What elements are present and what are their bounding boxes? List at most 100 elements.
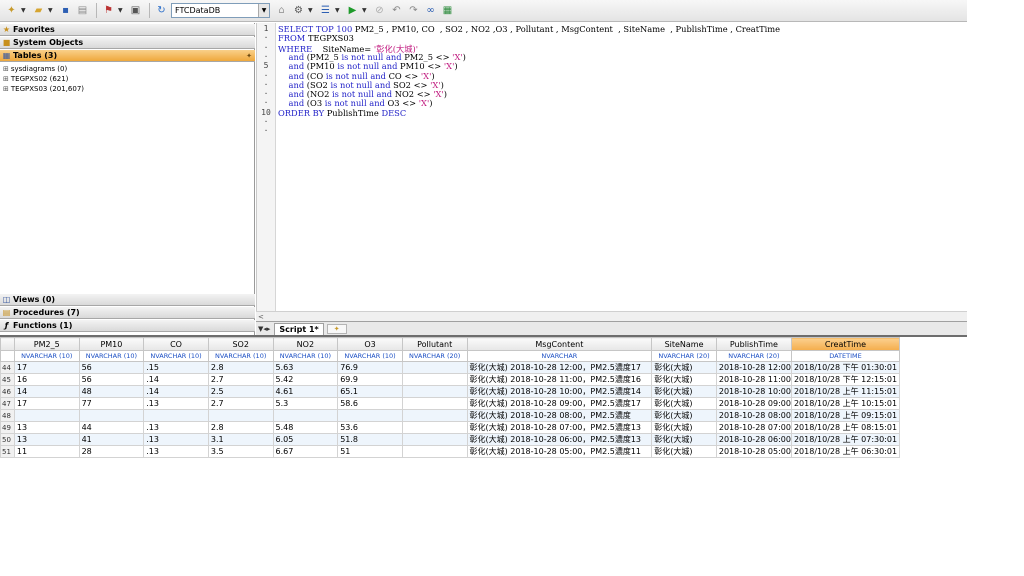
table-cell[interactable]: 5.63 bbox=[272, 361, 339, 374]
table-cell[interactable]: 3.5 bbox=[207, 445, 274, 458]
favorites-header[interactable]: ★ Favorites bbox=[0, 24, 255, 36]
new-query-icon[interactable]: ✦ bbox=[4, 3, 19, 18]
row-number[interactable]: 51 bbox=[0, 445, 15, 458]
table-cell[interactable]: 4.61 bbox=[272, 385, 339, 398]
column-header-pm10[interactable]: PM10 bbox=[78, 337, 145, 351]
table-cell[interactable]: .13 bbox=[143, 433, 209, 446]
table-cell[interactable]: 65.1 bbox=[337, 385, 403, 398]
table-cell[interactable]: 5.42 bbox=[272, 373, 339, 386]
table-cell[interactable]: 彰化(大城) 2018-10-28 05:00，PM2.5濃度11 bbox=[466, 445, 653, 458]
tab-nav-icon[interactable]: ▼◂▸ bbox=[258, 325, 270, 333]
list-dropdown[interactable]: ▼ bbox=[335, 7, 342, 14]
stop-icon[interactable]: ⊘ bbox=[372, 3, 387, 18]
expand-icon[interactable]: ⊞ bbox=[3, 85, 9, 93]
table-cell[interactable]: 2018/10/28 上午 10:15:01 bbox=[790, 397, 901, 410]
table-cell[interactable]: 13 bbox=[13, 421, 80, 434]
table-cell[interactable]: 69.9 bbox=[337, 373, 403, 386]
table-cell[interactable]: 11 bbox=[13, 445, 80, 458]
table-cell[interactable]: 2018-10-28 05:00 bbox=[715, 445, 792, 458]
undo-icon[interactable]: ↶ bbox=[389, 3, 404, 18]
table-cell[interactable]: 2018-10-28 12:00 bbox=[715, 361, 792, 374]
table-cell[interactable]: 5.3 bbox=[272, 397, 339, 410]
table-cell[interactable]: 76.9 bbox=[337, 361, 403, 374]
table-cell[interactable] bbox=[272, 409, 339, 422]
system-objects-header[interactable]: ■ System Objects bbox=[0, 37, 255, 49]
column-header-no2[interactable]: NO2 bbox=[272, 337, 339, 351]
table-row[interactable]: 46 14 48.14 2.5 4.61 65.1 彰化(大城) 2018-10-28 10… bbox=[0, 385, 901, 398]
table-cell[interactable]: 彰化(大城) 2018-10-28 06:00，PM2.5濃度13 bbox=[466, 433, 653, 446]
options-icon[interactable]: ⚙ bbox=[291, 3, 306, 18]
functions-header[interactable]: ƒ Functions (1) bbox=[0, 320, 255, 332]
table-cell[interactable]: 彰化(大城) bbox=[651, 445, 717, 458]
table-cell[interactable]: 2018/10/28 下午 12:15:01 bbox=[790, 373, 901, 386]
run-icon[interactable]: ▶ bbox=[345, 3, 360, 18]
save-icon[interactable]: ▪ bbox=[58, 3, 73, 18]
table-cell[interactable]: 17 bbox=[13, 361, 80, 374]
column-header-sitename[interactable]: SiteName bbox=[651, 337, 717, 351]
tree-item-tegpxs02[interactable]: ⊞ TEGPXS02 (621) bbox=[3, 74, 68, 84]
table-cell[interactable]: .13 bbox=[143, 397, 209, 410]
filter-dropdown[interactable]: ▼ bbox=[118, 7, 125, 14]
row-header-corner[interactable] bbox=[0, 337, 15, 351]
table-cell[interactable]: 2.7 bbox=[207, 397, 274, 410]
row-number[interactable]: 45 bbox=[0, 373, 15, 386]
table-cell[interactable]: 6.05 bbox=[272, 433, 339, 446]
table-cell[interactable] bbox=[401, 361, 468, 374]
table-cell[interactable]: 彰化(大城) bbox=[651, 433, 717, 446]
table-cell[interactable]: 2018/10/28 上午 06:30:01 bbox=[790, 445, 901, 458]
table-row[interactable]: 45 16 56.14 2.7 5.42 69.9 彰化(大城) 2018-10-28 11… bbox=[0, 373, 901, 386]
table-cell[interactable]: 56 bbox=[78, 361, 145, 374]
list-icon[interactable]: ☰ bbox=[318, 3, 333, 18]
table-cell[interactable]: 2018/10/28 下午 01:30:01 bbox=[790, 361, 901, 374]
expand-icon[interactable]: ⊞ bbox=[3, 65, 9, 73]
refresh-icon[interactable]: ↻ bbox=[154, 3, 169, 18]
row-number[interactable]: 49 bbox=[0, 421, 15, 434]
row-number[interactable]: 48 bbox=[0, 409, 15, 422]
table-cell[interactable]: 2018/10/28 上午 08:15:01 bbox=[790, 421, 901, 434]
table-cell[interactable]: .15 bbox=[143, 361, 209, 374]
table-cell[interactable]: 2018-10-28 07:00 bbox=[715, 421, 792, 434]
table-cell[interactable] bbox=[401, 445, 468, 458]
sql-editor[interactable]: 1 · · · 5 · · · · 10 · · SELECT TOP 100 PM2_5 , PM1… bbox=[256, 23, 967, 311]
new-query-dropdown[interactable]: ▼ bbox=[21, 7, 28, 14]
table-cell[interactable]: 13 bbox=[13, 433, 80, 446]
table-row[interactable]: 50 13 41.13 3.1 6.05 51.8 彰化(大城) 2018-10-28 06… bbox=[0, 433, 901, 446]
table-cell[interactable] bbox=[401, 373, 468, 386]
redo-icon[interactable]: ↷ bbox=[406, 3, 421, 18]
table-cell[interactable]: 14 bbox=[13, 385, 80, 398]
table-row[interactable]: 51 11 28.13 3.5 6.67 51 彰化(大城) 2018-10-28 05:0… bbox=[0, 445, 901, 458]
options-dropdown[interactable]: ▼ bbox=[308, 7, 315, 14]
tree-item-tegpxs03[interactable]: ⊞ TEGPXS03 (201,607) bbox=[3, 84, 84, 94]
table-cell[interactable]: 44 bbox=[78, 421, 145, 434]
grid-icon[interactable]: ▦ bbox=[440, 3, 455, 18]
table-cell[interactable]: 2018-10-28 06:00 bbox=[715, 433, 792, 446]
column-header-creattime[interactable]: CreatTime bbox=[790, 337, 901, 351]
column-header-pollutant[interactable]: Pollutant bbox=[401, 337, 468, 351]
row-number[interactable]: 46 bbox=[0, 385, 15, 398]
table-cell[interactable] bbox=[401, 385, 468, 398]
table-cell[interactable] bbox=[78, 409, 145, 422]
table-cell[interactable]: 2018/10/28 上午 11:15:01 bbox=[790, 385, 901, 398]
tree-item-sysdiagrams[interactable]: ⊞ sysdiagrams (0) bbox=[3, 64, 67, 74]
table-cell[interactable] bbox=[401, 421, 468, 434]
table-cell[interactable]: 51 bbox=[337, 445, 403, 458]
column-header-msgcontent[interactable]: MsgContent bbox=[466, 337, 653, 351]
expand-icon[interactable]: ⊞ bbox=[3, 75, 9, 83]
table-cell[interactable]: 58.6 bbox=[337, 397, 403, 410]
table-cell[interactable]: 2018-10-28 11:00 bbox=[715, 373, 792, 386]
table-cell[interactable]: 彰化(大城) 2018-10-28 11:00，PM2.5濃度16 bbox=[466, 373, 653, 386]
table-cell[interactable]: .13 bbox=[143, 421, 209, 434]
table-cell[interactable]: 2018/10/28 上午 07:30:01 bbox=[790, 433, 901, 446]
table-cell[interactable]: 彰化(大城) bbox=[651, 397, 717, 410]
table-cell[interactable] bbox=[13, 409, 80, 422]
table-cell[interactable]: 彰化(大城) 2018-10-28 09:00，PM2.5濃度17 bbox=[466, 397, 653, 410]
table-cell[interactable]: 56 bbox=[78, 373, 145, 386]
run-dropdown[interactable]: ▼ bbox=[362, 7, 369, 14]
table-cell[interactable] bbox=[143, 409, 209, 422]
table-cell[interactable]: 彰化(大城) 2018-10-28 08:00，PM2.5濃度 bbox=[466, 409, 653, 422]
table-cell[interactable]: 17 bbox=[13, 397, 80, 410]
table-cell[interactable] bbox=[401, 397, 468, 410]
preview-icon[interactable]: ▣ bbox=[128, 3, 143, 18]
table-cell[interactable]: 2018-10-28 08:00 bbox=[715, 409, 792, 422]
table-cell[interactable]: 48 bbox=[78, 385, 145, 398]
